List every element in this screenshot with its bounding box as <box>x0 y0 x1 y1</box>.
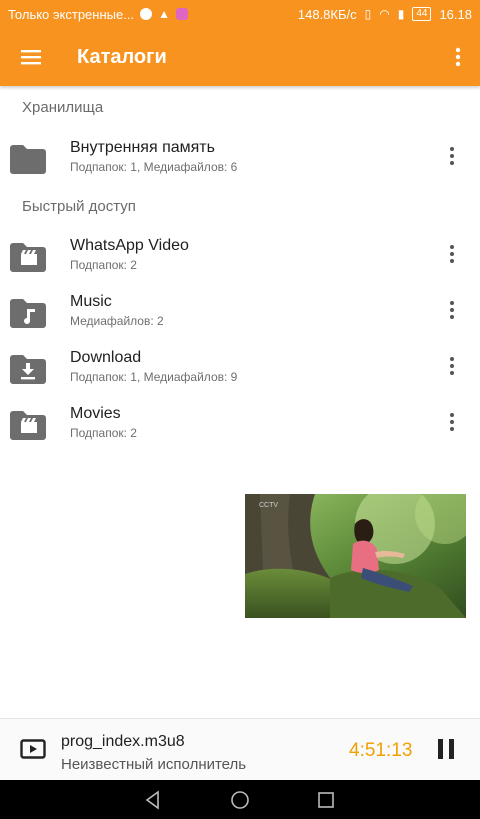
video-folder-icon <box>10 411 46 440</box>
item-more-icon[interactable] <box>440 354 464 378</box>
video-watermark: CCTV <box>259 502 279 509</box>
list-item-music[interactable]: Music Медиафайлов: 2 <box>0 288 480 342</box>
item-name: Music <box>70 293 112 310</box>
section-header-storage: Хранилища <box>22 99 104 116</box>
mini-player[interactable]: prog_index.m3u8 Неизвестный исполнитель … <box>0 718 480 780</box>
moon-icon <box>140 8 153 20</box>
item-more-icon[interactable] <box>440 410 464 434</box>
pause-icon[interactable] <box>436 738 456 760</box>
notification-icon: ▲ <box>158 7 170 21</box>
item-more-icon[interactable] <box>440 298 464 322</box>
player-time: 4:51:13 <box>349 740 413 761</box>
item-details: Подпапок: 1, Медиафайлов: 9 <box>70 370 238 384</box>
video-file-icon <box>20 739 46 759</box>
list-item-internal-storage[interactable]: Внутренняя память Подпапок: 1, Медиафайл… <box>0 134 480 188</box>
player-artist: Неизвестный исполнитель <box>61 756 247 773</box>
video-folder-icon <box>10 243 46 272</box>
hamburger-menu-icon[interactable] <box>3 28 59 86</box>
item-name: Download <box>70 349 142 366</box>
download-folder-icon <box>10 355 46 384</box>
item-details: Медиафайлов: 2 <box>70 314 164 328</box>
item-name: WhatsApp Video <box>70 237 189 254</box>
back-icon[interactable] <box>143 790 163 810</box>
network-speed: 148.8КБ/с <box>297 6 357 22</box>
item-details: Подпапок: 1, Медиафайлов: 6 <box>70 160 238 174</box>
battery-icon: 44 <box>412 7 432 21</box>
list-item-whatsapp-video[interactable]: WhatsApp Video Подпапок: 2 <box>0 232 480 286</box>
wifi-icon: ◠ <box>379 7 390 21</box>
status-bar: Только экстренные... ▲ 148.8КБ/с ▯ ◠ ▮ 4… <box>0 0 480 28</box>
video-frame <box>245 494 466 618</box>
video-pip-window[interactable]: CCTV <box>245 494 466 618</box>
system-nav-bar <box>0 780 480 819</box>
app-toolbar: Каталоги <box>0 28 480 86</box>
section-header-quick-access: Быстрый доступ <box>22 198 136 215</box>
more-vert-icon[interactable] <box>436 28 480 86</box>
folder-icon <box>10 145 46 174</box>
app-notification-icon <box>175 8 188 20</box>
recents-icon[interactable] <box>316 790 336 810</box>
player-track-title: prog_index.m3u8 <box>61 733 185 750</box>
item-more-icon[interactable] <box>440 242 464 266</box>
item-name: Movies <box>70 405 121 422</box>
item-name: Внутренняя память <box>70 139 215 156</box>
page-title: Каталоги <box>77 45 167 68</box>
clock: 16.18 <box>439 6 472 22</box>
item-details: Подпапок: 2 <box>70 258 137 272</box>
carrier-text: Только экстренные... <box>8 6 135 22</box>
item-details: Подпапок: 2 <box>70 426 137 440</box>
item-more-icon[interactable] <box>440 144 464 168</box>
list-item-movies[interactable]: Movies Подпапок: 2 <box>0 400 480 454</box>
list-item-download[interactable]: Download Подпапок: 1, Медиафайлов: 9 <box>0 344 480 398</box>
vibrate-icon: ▯ <box>364 7 372 21</box>
sim-icon: ▮ <box>397 7 405 21</box>
home-icon[interactable] <box>230 790 250 810</box>
music-folder-icon <box>10 299 46 328</box>
